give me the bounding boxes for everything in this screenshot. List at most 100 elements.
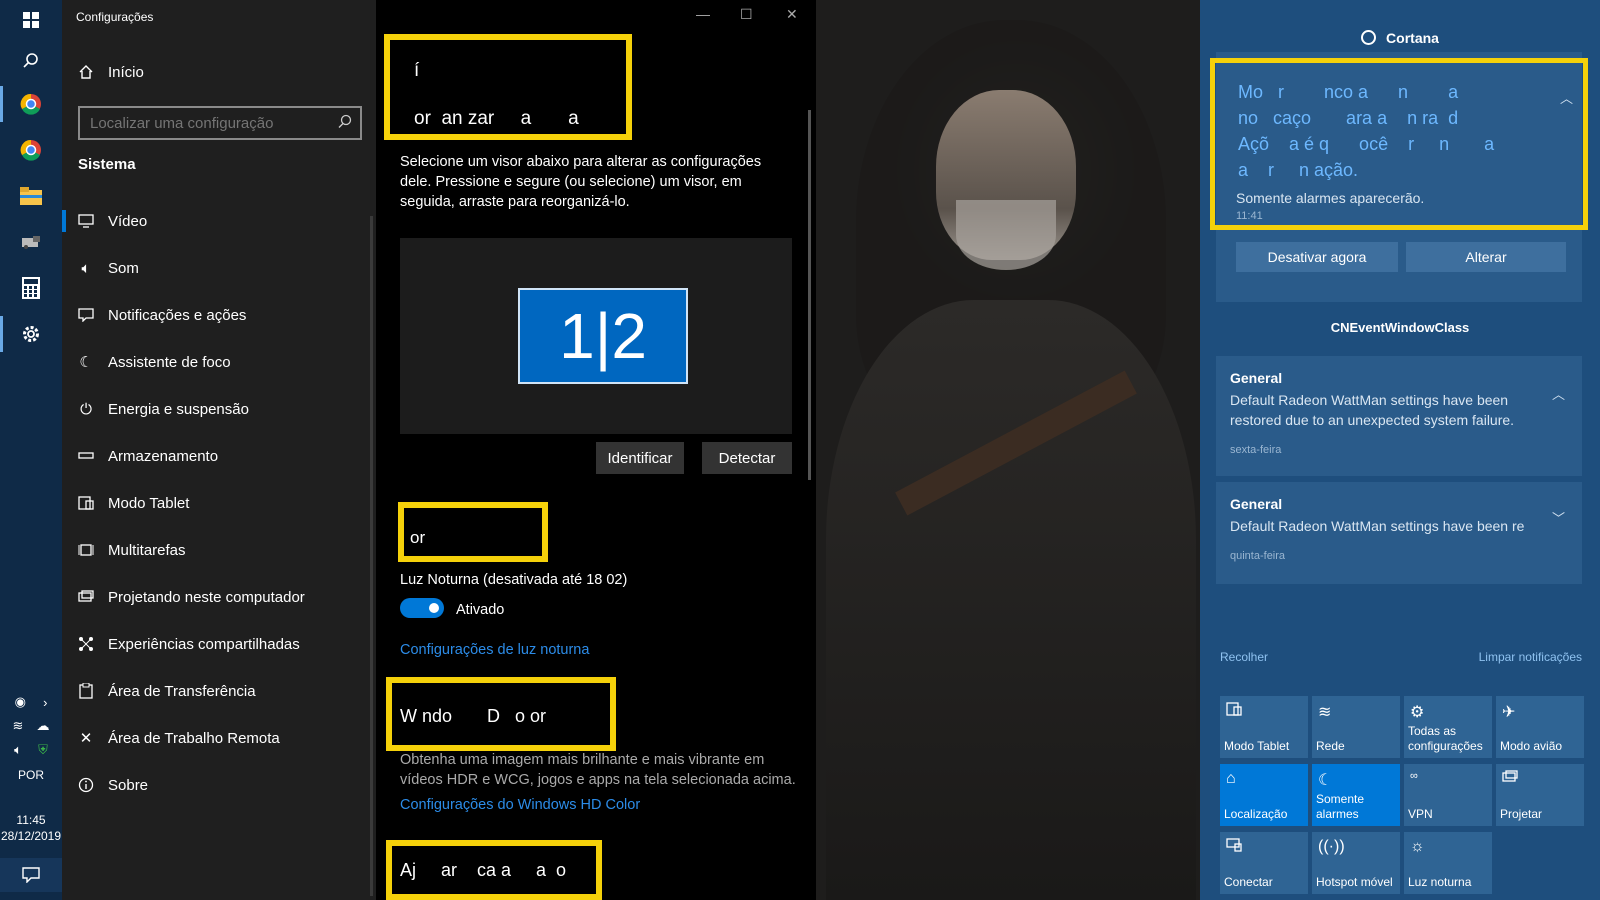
notification-card[interactable]: General Default Radeon WattMan settings …: [1216, 356, 1582, 476]
nav-item-projecting[interactable]: Projetando neste computador: [62, 577, 376, 617]
detect-button[interactable]: Detectar: [702, 442, 792, 474]
windows-start-icon[interactable]: [0, 0, 62, 40]
calculator-icon[interactable]: [0, 268, 62, 308]
quick-action-label: Rede: [1316, 739, 1345, 753]
content-scrollbar[interactable]: [808, 110, 811, 480]
quick-action-label: Modo avião: [1500, 739, 1563, 753]
section-heading: or an zar a a: [414, 108, 579, 129]
quick-action-network[interactable]: ≋ Rede: [1312, 696, 1400, 758]
quick-action-label: Localização: [1224, 807, 1288, 821]
nav-item-about[interactable]: Sobre: [62, 765, 376, 805]
maximize-icon[interactable]: ☐: [740, 6, 753, 23]
disable-now-button[interactable]: Desativar agora: [1236, 242, 1398, 272]
quick-action-tablet-mode[interactable]: Modo Tablet: [1220, 696, 1308, 758]
search-icon[interactable]: [330, 114, 360, 133]
airplane-icon: ✈: [1502, 704, 1516, 721]
notification-card[interactable]: General Default Radeon WattMan settings …: [1216, 482, 1582, 584]
shield-icon[interactable]: ⛨: [38, 742, 48, 758]
remote-icon: ✕: [79, 730, 93, 747]
nav-item-multitasking[interactable]: Multitarefas: [62, 530, 376, 570]
night-light-label: Luz Noturna (desativada até 18 02): [400, 572, 628, 588]
wallpaper-figure-body: [826, 300, 1196, 900]
wifi-icon[interactable]: ≋: [13, 718, 24, 734]
focus-text-line: Açõ a é q ocê r n a: [1238, 134, 1495, 154]
app-icon[interactable]: [0, 222, 62, 262]
notification-date: quinta-feira: [1230, 550, 1286, 562]
clock-date: 28/12/2019: [0, 829, 62, 843]
notification-body: Default Radeon WattMan settings have bee…: [1230, 518, 1525, 534]
night-light-settings-link[interactable]: Configurações de luz noturna: [400, 642, 589, 658]
power-icon: ⏻: [80, 400, 92, 418]
location-icon: ⌂: [1226, 770, 1236, 787]
quick-action-location[interactable]: ⌂ Localização: [1220, 764, 1308, 826]
quick-action-vpn[interactable]: ∞ VPN: [1404, 764, 1492, 826]
nav-item-label: Multitarefas: [108, 541, 186, 559]
action-center-button[interactable]: [0, 858, 62, 892]
nav-scrollbar[interactable]: [370, 216, 373, 896]
nav-item-label: Experiências compartilhadas: [108, 635, 300, 653]
close-icon[interactable]: ✕: [786, 6, 798, 23]
project-icon: [1502, 770, 1518, 789]
quick-action-night-light[interactable]: ☼ Luz noturna: [1404, 832, 1492, 894]
settings-search[interactable]: [78, 106, 362, 140]
quick-action-label: Conectar: [1224, 875, 1273, 889]
display-description: Selecione um visor abaixo para alterar a…: [400, 154, 762, 210]
cortana-title: Cortana: [1386, 30, 1439, 46]
quick-action-mobile-hotspot[interactable]: ((·)) Hotspot móvel: [1312, 832, 1400, 894]
nav-item-storage[interactable]: Armazenamento: [62, 436, 376, 476]
quick-action-airplane-mode[interactable]: ✈ Modo avião: [1496, 696, 1584, 758]
quick-action-label: Todas as configurações: [1408, 724, 1483, 753]
chrome-icon[interactable]: [0, 130, 62, 170]
focus-assist-card[interactable]: Mo r nco a n a no caço ara a n ra d Açõ …: [1210, 52, 1588, 302]
monitor-tile[interactable]: 1|2: [518, 288, 688, 384]
quick-action-alarms-only[interactable]: ☾ Somente alarmes: [1312, 764, 1400, 826]
quick-action-all-settings[interactable]: ⚙ Todas as configurações: [1404, 696, 1492, 758]
nav-home[interactable]: Início: [62, 52, 376, 92]
collapse-link[interactable]: Recolher: [1220, 650, 1268, 664]
nav-item-label: Vídeo: [108, 212, 148, 230]
change-button[interactable]: Alterar: [1406, 242, 1566, 272]
night-light-toggle[interactable]: [400, 598, 444, 618]
nav-item-label: Som: [108, 259, 139, 277]
hotspot-icon: ((·)): [1318, 838, 1345, 855]
chevron-up-icon[interactable]: ︿: [1552, 384, 1565, 403]
clock[interactable]: 11:45 28/12/2019: [0, 812, 62, 844]
record-icon[interactable]: ◉: [15, 694, 26, 710]
chrome-icon[interactable]: [0, 84, 62, 124]
nav-item-sound[interactable]: 🔈︎ Som: [62, 248, 376, 288]
quick-action-project[interactable]: Projetar: [1496, 764, 1584, 826]
system-tray: ◉ › ≋ ☁ 🔈︎ ⛨ POR: [0, 690, 62, 782]
nav-item-notifications[interactable]: Notificações e ações: [62, 295, 376, 335]
display-arrangement-area: 1|2: [400, 238, 792, 434]
language-indicator[interactable]: POR: [0, 768, 62, 782]
quick-action-label: Somente alarmes: [1316, 792, 1365, 821]
file-explorer-icon[interactable]: [0, 176, 62, 216]
window-title: Configurações: [76, 10, 154, 24]
search-input[interactable]: [80, 113, 330, 133]
hd-color-settings-link[interactable]: Configurações do Windows HD Color: [400, 797, 640, 813]
tablet-icon: [64, 496, 108, 510]
cloud-icon[interactable]: ☁: [36, 718, 49, 734]
quick-action-label: Luz noturna: [1408, 875, 1472, 889]
section-heading: í: [414, 60, 420, 81]
nav-item-power[interactable]: ⏻ Energia e suspensão: [62, 389, 376, 429]
nav-item-remote-desktop[interactable]: ✕ Área de Trabalho Remota: [62, 718, 376, 758]
identify-button[interactable]: Identificar: [596, 442, 684, 474]
search-icon[interactable]: [0, 40, 62, 80]
clear-notifications-link[interactable]: Limpar notificações: [1479, 650, 1582, 664]
connect-icon: [1226, 838, 1242, 857]
quick-action-connect[interactable]: Conectar: [1220, 832, 1308, 894]
chevron-right-icon[interactable]: ›: [43, 695, 47, 710]
nav-item-clipboard[interactable]: Área de Transferência: [62, 671, 376, 711]
chevron-down-icon[interactable]: ﹀: [1552, 508, 1565, 527]
volume-icon[interactable]: 🔈︎: [14, 742, 22, 758]
chevron-up-icon[interactable]: ︿: [1560, 88, 1573, 107]
nav-item-shared-experiences[interactable]: Experiências compartilhadas: [62, 624, 376, 664]
nav-item-video[interactable]: Vídeo: [62, 201, 376, 241]
focus-time: 11:41: [1236, 210, 1263, 222]
nav-item-focus-assist[interactable]: ☾ Assistente de foco: [62, 342, 376, 382]
nav-item-label: Armazenamento: [108, 447, 219, 465]
minimize-icon[interactable]: —: [696, 6, 710, 22]
nav-item-tablet-mode[interactable]: Modo Tablet: [62, 483, 376, 523]
settings-gear-icon[interactable]: [0, 314, 62, 354]
